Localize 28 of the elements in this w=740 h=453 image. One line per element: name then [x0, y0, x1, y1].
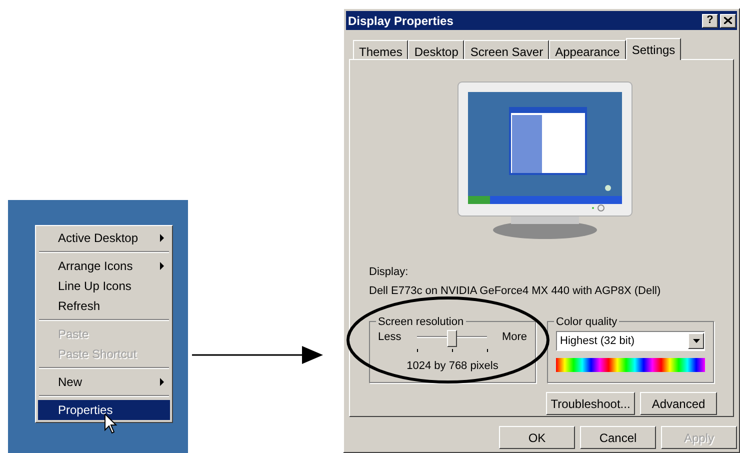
footer-button[interactable]: OK	[499, 426, 575, 449]
menu-item[interactable]: Arrange Icons	[38, 256, 170, 276]
tab[interactable]: Settings	[626, 38, 682, 60]
color-quality-dropdown[interactable]: Highest (32 bit)	[556, 331, 705, 351]
close-button[interactable]	[720, 14, 736, 28]
tab[interactable]: Screen Saver	[464, 40, 550, 59]
footer-button[interactable]: Cancel	[580, 426, 656, 449]
close-icon	[724, 17, 732, 24]
panel-button[interactable]: Troubleshoot...	[546, 392, 635, 415]
less-label: Less	[378, 330, 402, 345]
tab[interactable]: Desktop	[408, 40, 464, 59]
window-title: Display Properties	[348, 12, 454, 30]
resolution-slider[interactable]	[416, 330, 487, 350]
display-name: Dell E773c on NVIDIA GeForce4 MX 440 with AGP8X (Dell)	[369, 284, 662, 298]
tab[interactable]: Themes	[353, 40, 408, 59]
more-label: More	[502, 330, 527, 345]
dropdown-arrow-icon	[692, 339, 700, 343]
menu-item[interactable]: Line Up Icons	[38, 276, 170, 296]
tab[interactable]: Appearance	[549, 40, 626, 59]
menu-item[interactable]: Refresh	[38, 296, 170, 316]
slider-thumb[interactable]	[446, 330, 457, 347]
menu-item[interactable]: New	[38, 372, 170, 392]
resolution-reading: 1024 by 768 pixels	[406, 359, 498, 374]
menu-item[interactable]: Active Desktop	[38, 228, 170, 248]
panel-button[interactable]: Advanced	[640, 392, 717, 415]
group-title: Color quality	[554, 314, 620, 330]
help-button[interactable]: ?	[702, 14, 718, 28]
display-label: Display:	[369, 265, 410, 280]
